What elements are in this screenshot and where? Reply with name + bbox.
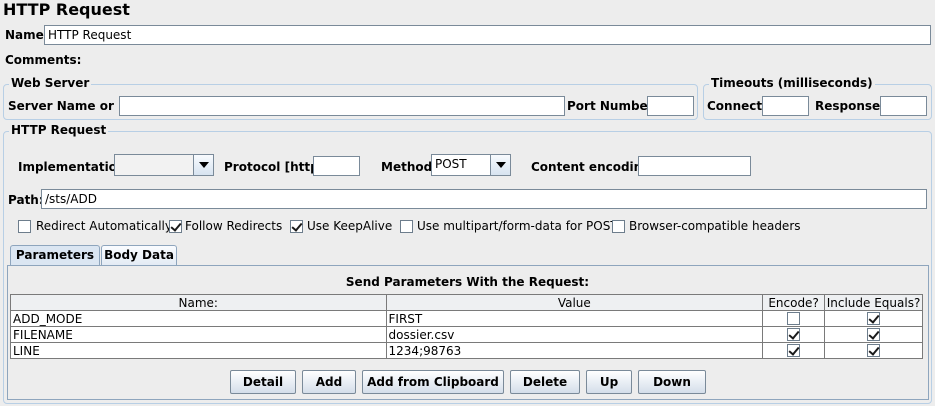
param-name-cell[interactable]: FILENAME: [10, 326, 387, 343]
multipart-checkbox[interactable]: [400, 220, 413, 233]
multipart-label: Use multipart/form-data for POST: [417, 219, 618, 233]
response-label: Response:: [815, 99, 885, 113]
method-label: Method:: [381, 160, 437, 174]
name-label: Name:: [5, 28, 49, 42]
connect-timeout-input[interactable]: [762, 96, 809, 116]
comments-label: Comments:: [5, 53, 82, 67]
server-name-input[interactable]: [119, 96, 565, 116]
redirect-automatically-label: Redirect Automatically: [36, 219, 172, 233]
table-row[interactable]: LINE 1234;98763: [10, 342, 923, 359]
add-button[interactable]: Add: [302, 370, 356, 394]
table-row[interactable]: FILENAME dossier.csv: [10, 326, 923, 343]
use-keepalive-label: Use KeepAlive: [307, 219, 393, 233]
page-title: HTTP Request: [3, 0, 130, 19]
encode-checkbox[interactable]: [787, 328, 801, 341]
follow-redirects-checkbox[interactable]: [169, 220, 182, 233]
column-header-value[interactable]: Value: [385, 294, 764, 311]
browser-compatible-label: Browser-compatible headers: [629, 219, 801, 233]
content-encoding-input[interactable]: [638, 156, 751, 176]
port-number-label: Port Number:: [567, 99, 659, 113]
connect-label: Connect:: [707, 99, 767, 113]
detail-button[interactable]: Detail: [230, 370, 296, 394]
include-equals-cell[interactable]: [824, 310, 923, 327]
encode-checkbox[interactable]: [787, 312, 801, 325]
encode-checkbox[interactable]: [787, 344, 801, 357]
port-number-input[interactable]: [647, 96, 694, 116]
up-button[interactable]: Up: [586, 370, 632, 394]
param-value-cell[interactable]: 1234;98763: [385, 342, 764, 359]
parameters-caption: Send Parameters With the Request:: [345, 275, 590, 289]
param-value-cell[interactable]: FIRST: [385, 310, 764, 327]
path-input[interactable]: /sts/ADD: [41, 189, 927, 209]
protocol-input[interactable]: [313, 156, 360, 176]
encode-cell[interactable]: [762, 342, 826, 359]
column-header-encode[interactable]: Encode?: [762, 294, 826, 311]
delete-button[interactable]: Delete: [510, 370, 580, 394]
method-value: POST: [435, 157, 467, 171]
http-request-legend: HTTP Request: [9, 123, 109, 137]
comments-field[interactable]: [72, 49, 931, 69]
timeouts-legend: Timeouts (milliseconds): [709, 76, 875, 90]
add-from-clipboard-button[interactable]: Add from Clipboard: [362, 370, 504, 394]
path-label: Path:: [8, 193, 44, 207]
chevron-down-icon[interactable]: [490, 155, 510, 175]
include-equals-checkbox[interactable]: [867, 344, 881, 357]
implementation-select[interactable]: [114, 154, 214, 176]
param-name-cell[interactable]: ADD_MODE: [10, 310, 387, 327]
encode-cell[interactable]: [762, 310, 826, 327]
table-row[interactable]: ADD_MODE FIRST: [10, 310, 923, 327]
response-timeout-input[interactable]: [880, 96, 927, 116]
tab-parameters[interactable]: Parameters: [10, 245, 100, 265]
tab-body-data[interactable]: Body Data: [101, 245, 177, 265]
use-keepalive-checkbox[interactable]: [290, 220, 303, 233]
include-equals-checkbox[interactable]: [867, 328, 881, 341]
include-equals-cell[interactable]: [824, 342, 923, 359]
method-select[interactable]: POST: [431, 154, 511, 176]
content-encoding-label: Content encoding:: [531, 160, 656, 174]
server-name-label: Server Name or IP:: [8, 99, 137, 113]
browser-compatible-checkbox[interactable]: [612, 220, 625, 233]
name-field[interactable]: HTTP Request: [44, 25, 931, 45]
down-button[interactable]: Down: [638, 370, 706, 394]
param-value-cell[interactable]: dossier.csv: [385, 326, 764, 343]
redirect-automatically-checkbox[interactable]: [18, 220, 31, 233]
web-server-legend: Web Server: [9, 76, 92, 90]
chevron-down-icon[interactable]: [193, 155, 213, 175]
column-header-include-equals[interactable]: Include Equals?: [824, 294, 923, 311]
encode-cell[interactable]: [762, 326, 826, 343]
param-name-cell[interactable]: LINE: [10, 342, 387, 359]
follow-redirects-label: Follow Redirects: [185, 219, 283, 233]
parameters-table: Name: Value Encode? Include Equals? ADD_…: [10, 294, 923, 359]
column-header-name[interactable]: Name:: [10, 294, 387, 311]
include-equals-checkbox[interactable]: [867, 312, 881, 325]
include-equals-cell[interactable]: [824, 326, 923, 343]
